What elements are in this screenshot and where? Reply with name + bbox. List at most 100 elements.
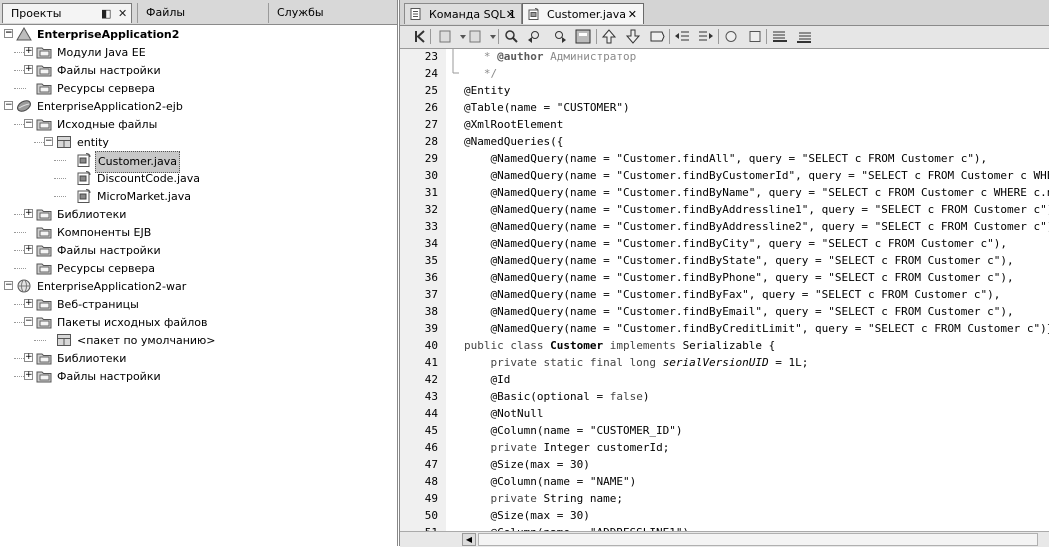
scroll-left-icon[interactable]: ◀	[462, 533, 476, 546]
tree-node[interactable]: + Файлы настройки	[0, 367, 397, 385]
code-line[interactable]: @NamedQuery(name = "Customer.findByAddre…	[464, 201, 1049, 218]
scrollbar-thumb[interactable]	[478, 533, 1038, 546]
expand-icon[interactable]: +	[24, 371, 33, 380]
tree-node[interactable]: − Исходные файлы	[0, 115, 397, 133]
code-line[interactable]: @Size(max = 30)	[464, 507, 589, 524]
expand-icon[interactable]: +	[24, 299, 33, 308]
toolbar-separator	[596, 29, 597, 44]
tree-node[interactable]: + Файлы настройки	[0, 241, 397, 259]
next-bookmark-icon[interactable]	[624, 28, 642, 45]
find-next-icon[interactable]	[550, 28, 568, 45]
code-token: Integer customerId;	[543, 441, 670, 454]
dropdown-icon[interactable]	[454, 28, 466, 45]
code-line[interactable]: @NamedQuery(name = "Customer.findByAddre…	[464, 218, 1049, 235]
code-editor[interactable]: * @author Администратор */ @Entity @Table(…	[464, 49, 1049, 531]
code-line[interactable]: @Column(name = "ADDRESSLINE1")	[464, 524, 689, 531]
code-line[interactable]: @NamedQuery(name = "Customer.findByFax",…	[464, 286, 1000, 303]
code-line[interactable]: public class Customer implements Seriali…	[464, 337, 775, 354]
tab-services[interactable]: Службы	[268, 3, 396, 23]
code-line[interactable]: @Column(name = "CUSTOMER_ID")	[464, 422, 682, 439]
dropdown-icon[interactable]	[484, 28, 496, 45]
tree-node[interactable]: − Пакеты исходных файлов	[0, 313, 397, 331]
tree-node[interactable]: − EnterpriseApplication2-war	[0, 277, 397, 295]
forward-icon[interactable]	[466, 28, 484, 45]
tree-node[interactable]: + Библиотеки	[0, 205, 397, 223]
code-line[interactable]: @NamedQuery(name = "Customer.findAll", q…	[464, 150, 987, 167]
code-line[interactable]: @Id	[464, 371, 510, 388]
tree-node[interactable]: + Библиотеки	[0, 349, 397, 367]
code-line[interactable]: @NamedQuery(name = "Customer.findByCity"…	[464, 235, 1007, 252]
tree-node[interactable]: + Веб-страницы	[0, 295, 397, 313]
expand-icon[interactable]: +	[24, 65, 33, 74]
code-line[interactable]: @NamedQuery(name = "Customer.findByCusto…	[464, 167, 1049, 184]
comment-icon[interactable]	[771, 28, 789, 45]
line-number: 27	[424, 118, 438, 131]
minimize-window-icon[interactable]: ◧	[101, 4, 111, 24]
code-line[interactable]: @XmlRootElement	[464, 116, 563, 133]
tree-node[interactable]: Компоненты EJB	[0, 223, 397, 241]
expand-icon[interactable]: +	[24, 47, 33, 56]
toggle-highlight-icon[interactable]	[574, 28, 592, 45]
tree-node[interactable]: DiscountCode.java	[0, 169, 397, 187]
start-macro-icon[interactable]	[722, 28, 740, 45]
tree-node[interactable]: <пакет по умолчанию>	[0, 331, 397, 349]
code-line[interactable]: @NamedQuery(name = "Customer.findByCredi…	[464, 320, 1049, 337]
shift-right-icon[interactable]	[697, 28, 715, 45]
back-icon[interactable]	[412, 28, 430, 45]
find-prev-icon[interactable]	[526, 28, 544, 45]
expand-icon[interactable]: +	[24, 245, 33, 254]
toggle-bookmark-icon[interactable]	[648, 28, 666, 45]
horizontal-scrollbar[interactable]: ◀	[400, 531, 1049, 547]
find-icon[interactable]	[502, 28, 520, 45]
tree-node[interactable]: − EnterpriseApplication2	[0, 25, 397, 43]
collapse-icon[interactable]: −	[24, 317, 33, 326]
code-line[interactable]: @NamedQuery(name = "Customer.findByName"…	[464, 184, 1049, 201]
line-number: 34	[424, 237, 438, 250]
tree-node[interactable]: − entity	[0, 133, 397, 151]
expand-icon[interactable]: +	[24, 209, 33, 218]
collapse-icon[interactable]: −	[4, 29, 13, 38]
code-line[interactable]: @Entity	[464, 82, 510, 99]
close-icon[interactable]: ✕	[118, 4, 127, 24]
tree-node[interactable]: Ресурсы сервера	[0, 259, 397, 277]
collapse-icon[interactable]: −	[4, 101, 13, 110]
tree-node[interactable]: − EnterpriseApplication2-ejb	[0, 97, 397, 115]
code-line[interactable]: private String name;	[464, 490, 622, 507]
code-line[interactable]: @Column(name = "NAME")	[464, 473, 636, 490]
tab-customer-java[interactable]: Customer.java ✕	[522, 3, 644, 24]
uncomment-icon[interactable]	[795, 28, 813, 45]
code-line[interactable]: @NamedQuery(name = "Customer.findByEmail…	[464, 303, 1013, 320]
tree-node[interactable]: MicroMarket.java	[0, 187, 397, 205]
tab-sql-command[interactable]: Команда SQL 1 ✕	[404, 3, 522, 24]
code-line[interactable]: @NamedQuery(name = "Customer.findByPhone…	[464, 269, 1013, 286]
collapse-icon[interactable]: −	[24, 119, 33, 128]
prev-bookmark-icon[interactable]	[600, 28, 618, 45]
project-tree[interactable]: − EnterpriseApplication2 + Модули Java EE + Ф…	[0, 25, 397, 545]
code-line[interactable]: @Basic(optional = false)	[464, 388, 649, 405]
tree-node[interactable]: Customer.java	[0, 151, 397, 173]
close-icon[interactable]: ✕	[628, 4, 637, 25]
code-line[interactable]: @NotNull	[464, 405, 543, 422]
code-line[interactable]: */	[464, 65, 497, 82]
code-line[interactable]: @Size(max = 30)	[464, 456, 589, 473]
tree-node[interactable]: + Файлы настройки	[0, 61, 397, 79]
code-line[interactable]: private static final long serialVersionU…	[464, 354, 808, 371]
collapse-icon[interactable]: −	[4, 281, 13, 290]
code-line[interactable]: @NamedQueries({	[464, 133, 563, 150]
code-line[interactable]: @NamedQuery(name = "Customer.findByState…	[464, 252, 1013, 269]
expand-icon[interactable]: +	[24, 353, 33, 362]
tab-projects[interactable]: Проекты ◧ ✕	[2, 3, 132, 23]
code-line[interactable]: @Table(name = "CUSTOMER")	[464, 99, 630, 116]
tree-node[interactable]: Ресурсы сервера	[0, 79, 397, 97]
collapse-icon[interactable]: −	[44, 137, 53, 146]
code-line[interactable]: private Integer customerId;	[464, 439, 669, 456]
code-line[interactable]: * @author Администратор	[464, 49, 636, 65]
line-number: 46	[424, 441, 438, 454]
close-icon[interactable]: ✕	[506, 4, 515, 25]
history-icon[interactable]	[436, 28, 454, 45]
shift-left-icon[interactable]	[673, 28, 691, 45]
stop-macro-icon[interactable]	[746, 28, 764, 45]
tree-node-label: Библиотеки	[57, 352, 127, 365]
tab-files[interactable]: Файлы	[137, 3, 267, 23]
tree-node[interactable]: + Модули Java EE	[0, 43, 397, 61]
